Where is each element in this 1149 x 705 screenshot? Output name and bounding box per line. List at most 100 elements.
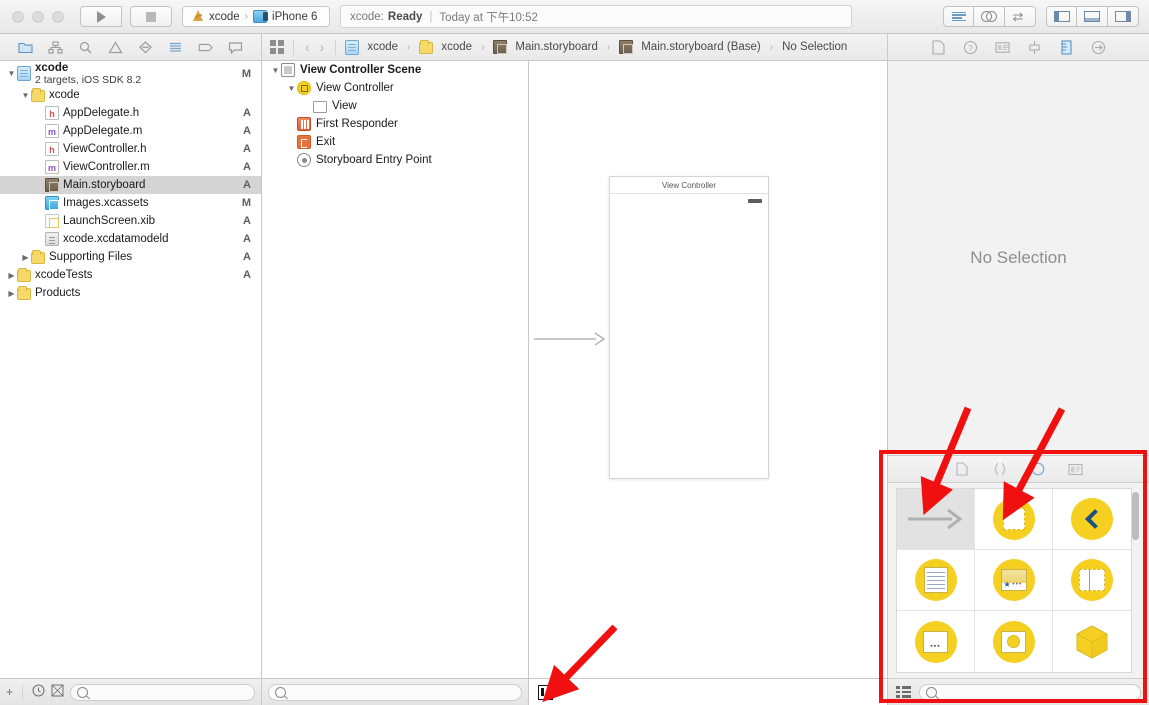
navigator-status-badge: A — [243, 143, 251, 155]
zoom-button[interactable] — [52, 10, 64, 23]
quick-help-inspector-tab[interactable]: ? — [963, 40, 978, 55]
project-navigator[interactable]: ▼ xcode 2 targets, iOS SDK 8.2 M ▼ xcode h AppD… — [0, 61, 262, 678]
navigator-row[interactable]: m AppDelegate.m A — [0, 122, 261, 140]
outline-row[interactable]: View — [262, 97, 528, 115]
navigator-item-label: AppDelegate.m — [63, 125, 143, 137]
report-navigator-tab[interactable] — [228, 40, 243, 55]
outline-row[interactable]: Exit — [262, 133, 528, 151]
navigator-filter-input[interactable] — [70, 683, 255, 701]
navigator-row[interactable]: h ViewController.h A — [0, 140, 261, 158]
outline-row[interactable]: Storyboard Entry Point — [262, 151, 528, 169]
disclosure-triangle[interactable]: ▼ — [20, 91, 31, 100]
navigator-row[interactable]: ▶ Supporting Files A — [0, 248, 261, 266]
disclosure-triangle[interactable]: ▶ — [6, 289, 17, 298]
disclosure-triangle[interactable]: ▼ — [6, 69, 17, 78]
navigator-row[interactable]: xcode.xcdatamodeld A — [0, 230, 261, 248]
object-library-grid[interactable]: ★ ••• ▪▪▪ — [896, 488, 1132, 673]
zoom-indicator-button[interactable] — [538, 685, 553, 700]
navigator-item-label: LaunchScreen.xib — [63, 215, 156, 227]
arrow-right-icon — [907, 508, 962, 530]
library-item-object[interactable] — [1053, 611, 1131, 672]
project-navigator-tab[interactable] — [18, 40, 33, 55]
breadcrumb-item-base[interactable]: Main.storyboard (Base) — [619, 40, 761, 54]
outline-row[interactable]: First Responder — [262, 115, 528, 133]
library-filter-input[interactable] — [919, 683, 1141, 701]
object-library-tab[interactable] — [1030, 461, 1046, 477]
disclosure-triangle[interactable]: ▶ — [6, 271, 17, 280]
breadcrumb-item-file[interactable]: Main.storyboard — [493, 40, 598, 54]
minimize-button[interactable] — [32, 10, 44, 23]
debug-area-toggle-button[interactable] — [1077, 6, 1108, 27]
add-button[interactable]: + — [6, 685, 13, 699]
outline-row[interactable]: ▼ View Controller — [262, 79, 528, 97]
test-navigator-tab[interactable] — [138, 40, 153, 55]
library-item-segue-arrow[interactable] — [897, 489, 975, 550]
related-items-icon[interactable] — [270, 40, 284, 54]
status-state: Ready — [387, 10, 423, 23]
breadcrumb-item-selection[interactable]: No Selection — [782, 41, 847, 53]
version-editor-button[interactable]: ⇄ — [1005, 6, 1036, 27]
navigator-toggle-button[interactable] — [1046, 6, 1077, 27]
connections-inspector-tab[interactable] — [1091, 40, 1106, 55]
outline-row[interactable]: ▼ View Controller Scene — [262, 61, 528, 79]
library-item-page-view-controller[interactable]: ▪▪▪ — [897, 611, 975, 672]
media-library-tab[interactable] — [1068, 461, 1084, 477]
library-item-navigation-controller[interactable] — [1053, 489, 1131, 550]
source-control-filter-button[interactable] — [51, 684, 64, 700]
navigator-row[interactable]: ▶ Products — [0, 284, 261, 302]
standard-editor-button[interactable] — [943, 6, 974, 27]
find-navigator-tab[interactable] — [78, 40, 93, 55]
navigator-row[interactable]: LaunchScreen.xib A — [0, 212, 261, 230]
file-inspector-tab[interactable] — [931, 39, 946, 55]
navigator-row[interactable]: Main.storyboard A — [0, 176, 261, 194]
library-item-tab-bar-controller[interactable]: ★ ••• — [975, 550, 1053, 611]
view-controller-scene-canvas[interactable]: View Controller — [609, 176, 769, 479]
library-tab-bar — [888, 456, 1149, 483]
library-item-split-view-controller[interactable] — [1053, 550, 1131, 611]
issue-navigator-tab[interactable] — [108, 40, 123, 55]
disclosure-triangle[interactable]: ▶ — [20, 253, 31, 262]
run-button[interactable] — [80, 6, 122, 27]
navigator-row[interactable]: ▼ xcode — [0, 86, 261, 104]
symbol-navigator-tab[interactable] — [48, 40, 63, 55]
attributes-inspector-tab[interactable] — [1027, 40, 1042, 55]
breadcrumb-separator: › — [481, 41, 485, 53]
scene-icon — [281, 63, 295, 77]
breadcrumb-item-project[interactable]: xcode — [345, 39, 398, 55]
navigator-row[interactable]: ▼ xcode 2 targets, iOS SDK 8.2 M — [0, 61, 261, 86]
navigator-row[interactable]: Images.xcassets M — [0, 194, 261, 212]
navigator-row[interactable]: ▶ xcodeTests A — [0, 266, 261, 284]
debug-navigator-tab[interactable] — [168, 40, 183, 55]
scheme-selector[interactable]: xcode › iPhone 6 — [182, 6, 330, 27]
library-scrollbar[interactable] — [1132, 492, 1139, 540]
navigator-row[interactable]: h AppDelegate.h A — [0, 104, 261, 122]
stop-button[interactable] — [130, 6, 172, 27]
storyboard-canvas[interactable]: View Controller — [529, 61, 888, 678]
breakpoint-navigator-tab[interactable] — [198, 40, 213, 55]
utilities-toggle-button[interactable] — [1108, 6, 1139, 27]
forward-button[interactable]: › — [318, 39, 327, 55]
library-item-table-view-controller[interactable] — [897, 550, 975, 611]
library-item-view-controller[interactable] — [975, 489, 1053, 550]
identity-inspector-tab[interactable] — [995, 40, 1010, 55]
document-outline[interactable]: ▼ View Controller Scene ▼ View Controller Vi… — [262, 61, 529, 678]
outline-filter-input[interactable] — [268, 683, 522, 701]
back-button[interactable]: ‹ — [303, 39, 312, 55]
disclosure-triangle[interactable]: ▼ — [270, 66, 281, 75]
outline-item-label: View Controller Scene — [300, 64, 422, 76]
file-template-library-tab[interactable] — [954, 461, 970, 477]
assistant-editor-button[interactable] — [974, 6, 1005, 27]
library-item-glkit-view-controller[interactable] — [975, 611, 1053, 672]
breadcrumb-item-group[interactable]: xcode — [419, 40, 472, 54]
activity-status-bar: xcode: Ready | Today at 下午10:52 — [340, 5, 852, 28]
list-view-toggle-button[interactable] — [896, 686, 911, 698]
navigator-row[interactable]: m ViewController.m A — [0, 158, 261, 176]
code-snippet-library-tab[interactable] — [992, 461, 1008, 477]
close-button[interactable] — [12, 10, 24, 23]
disclosure-triangle[interactable]: ▼ — [286, 84, 297, 93]
navigator-status-badge: A — [243, 161, 251, 173]
status-divider: | — [429, 10, 433, 23]
size-inspector-tab[interactable] — [1059, 39, 1074, 55]
recent-files-filter-button[interactable] — [32, 684, 45, 700]
folder-icon — [419, 40, 434, 54]
